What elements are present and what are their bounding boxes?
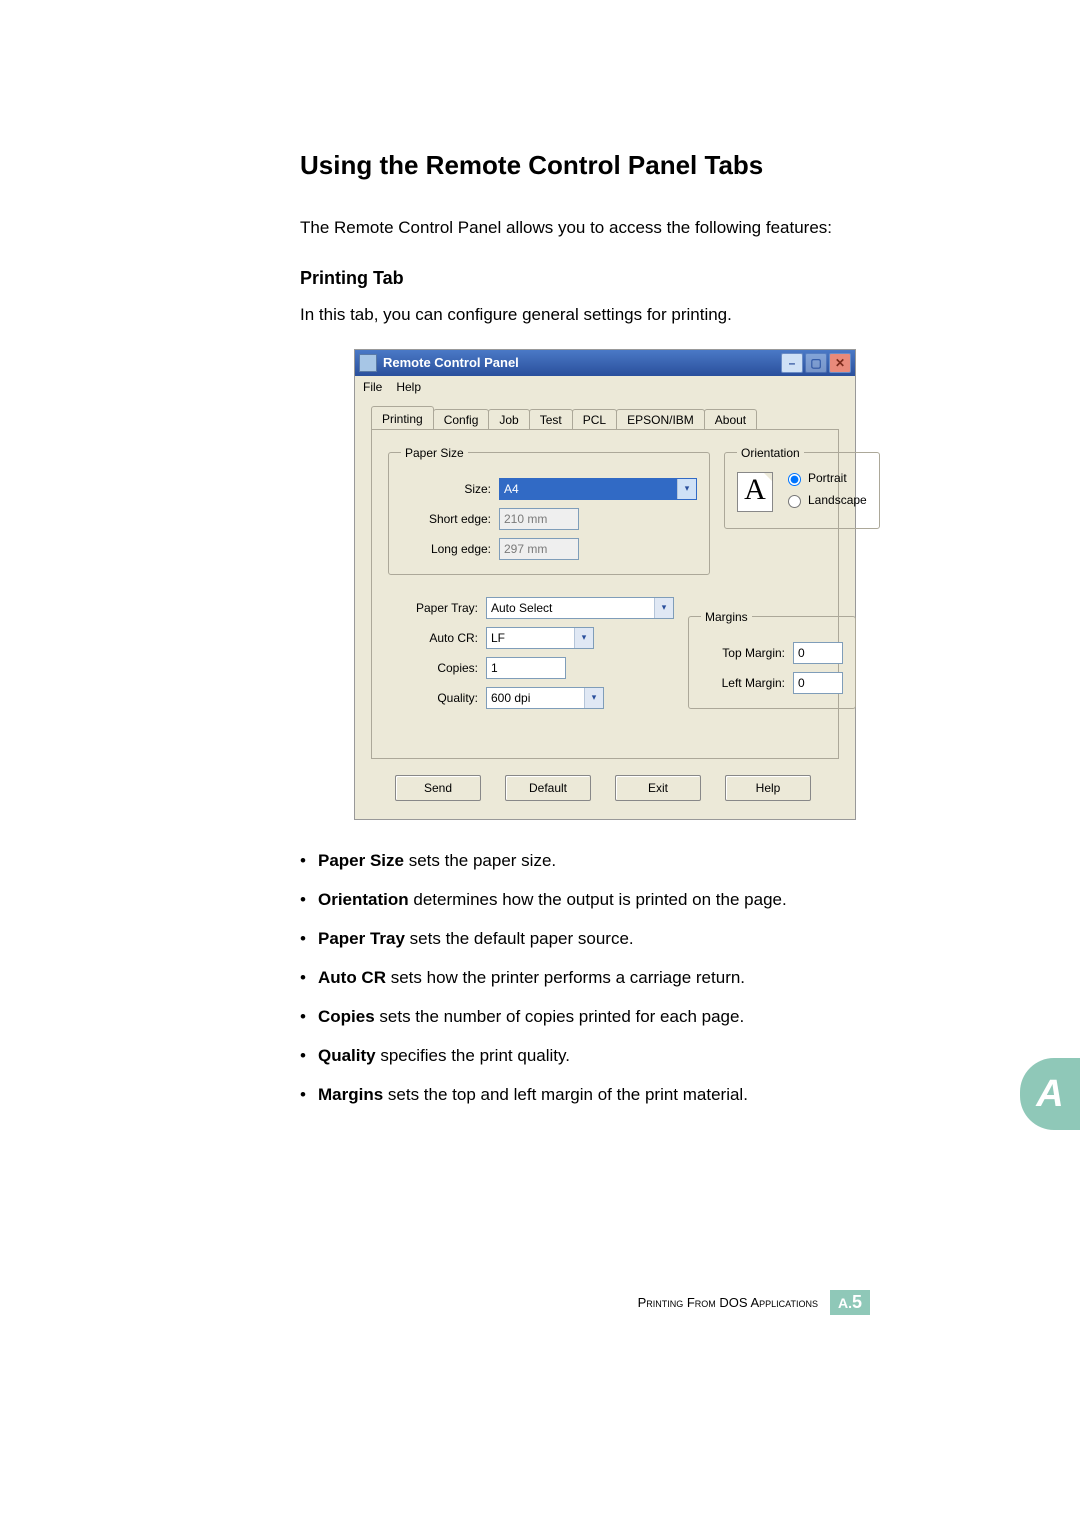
list-item: Copies sets the number of copies printed… <box>300 1006 870 1029</box>
menubar: File Help <box>355 376 855 398</box>
remote-control-panel-dialog: Remote Control Panel – ▢ ✕ File Help Pri… <box>354 349 856 820</box>
paper-size-legend: Paper Size <box>401 446 468 460</box>
short-edge-label: Short edge: <box>401 512 491 526</box>
chevron-down-icon: ▾ <box>654 598 673 618</box>
size-select[interactable]: A4 ▾ <box>499 478 697 500</box>
auto-cr-select[interactable]: LF ▾ <box>486 627 594 649</box>
copies-label: Copies: <box>388 661 478 675</box>
app-icon <box>359 354 377 372</box>
minimize-button[interactable]: – <box>781 353 803 373</box>
quality-label: Quality: <box>388 691 478 705</box>
maximize-button[interactable]: ▢ <box>805 353 827 373</box>
chevron-down-icon: ▾ <box>677 479 696 499</box>
list-item: Paper Tray sets the default paper source… <box>300 928 870 951</box>
size-label: Size: <box>401 482 491 496</box>
auto-cr-value: LF <box>491 631 505 645</box>
bullet-rest: determines how the output is printed on … <box>409 890 787 909</box>
landscape-label: Landscape <box>808 493 867 507</box>
bullet-rest: sets the paper size. <box>404 851 556 870</box>
tab-content-printing: Paper Size Size: A4 ▾ Short edge: 210 mm… <box>371 429 839 759</box>
long-edge-field: 297 mm <box>499 538 579 560</box>
bullet-bold: Quality <box>318 1046 376 1065</box>
quality-select[interactable]: 600 dpi ▾ <box>486 687 604 709</box>
list-item: Margins sets the top and left margin of … <box>300 1084 870 1107</box>
titlebar: Remote Control Panel – ▢ ✕ <box>355 350 855 376</box>
feature-list: Paper Size sets the paper size. Orientat… <box>300 850 870 1107</box>
bullet-bold: Paper Tray <box>318 929 405 948</box>
list-item: Quality specifies the print quality. <box>300 1045 870 1068</box>
orientation-preview-icon: A <box>737 472 773 512</box>
top-margin-input[interactable]: 0 <box>793 642 843 664</box>
menu-help[interactable]: Help <box>396 380 421 394</box>
orientation-legend: Orientation <box>737 446 804 460</box>
short-edge-field: 210 mm <box>499 508 579 530</box>
default-button[interactable]: Default <box>505 775 591 801</box>
bullet-rest: sets the number of copies printed for ea… <box>375 1007 745 1026</box>
orientation-group: Orientation A Portrait Landscape <box>724 446 880 529</box>
list-item: Auto CR sets how the printer performs a … <box>300 967 870 990</box>
margins-group: Margins Top Margin: 0 Left Margin: 0 <box>688 610 856 709</box>
page-footer: Printing From DOS Applications A.5 <box>638 1290 870 1315</box>
bullet-bold: Orientation <box>318 890 409 909</box>
page-heading: Using the Remote Control Panel Tabs <box>300 150 870 181</box>
left-margin-input[interactable]: 0 <box>793 672 843 694</box>
help-button[interactable]: Help <box>725 775 811 801</box>
menu-file[interactable]: File <box>363 380 382 394</box>
landscape-radio[interactable]: Landscape <box>783 492 867 508</box>
tab-printing[interactable]: Printing <box>371 406 434 429</box>
margins-legend: Margins <box>701 610 752 624</box>
copies-input[interactable]: 1 <box>486 657 566 679</box>
window-title: Remote Control Panel <box>383 355 519 370</box>
section-tab-letter: A <box>1020 1058 1080 1130</box>
bullet-bold: Copies <box>318 1007 375 1026</box>
size-value: A4 <box>504 482 519 496</box>
subheading: Printing Tab <box>300 268 870 289</box>
portrait-label: Portrait <box>808 471 847 485</box>
tab-pcl[interactable]: PCL <box>572 409 617 429</box>
bullet-bold: Paper Size <box>318 851 404 870</box>
bullet-bold: Margins <box>318 1085 383 1104</box>
quality-value: 600 dpi <box>491 691 530 705</box>
page-number-prefix: A. <box>838 1295 852 1311</box>
long-edge-label: Long edge: <box>401 542 491 556</box>
chevron-down-icon: ▾ <box>584 688 603 708</box>
portrait-radio[interactable]: Portrait <box>783 470 867 486</box>
close-button[interactable]: ✕ <box>829 353 851 373</box>
page-number-num: 5 <box>852 1292 862 1312</box>
subintro-text: In this tab, you can configure general s… <box>300 305 870 325</box>
footer-title: Printing From DOS Applications <box>638 1295 818 1310</box>
bullet-bold: Auto CR <box>318 968 386 987</box>
tab-config[interactable]: Config <box>433 409 490 429</box>
bullet-rest: specifies the print quality. <box>376 1046 570 1065</box>
bullet-rest: sets how the printer performs a carriage… <box>386 968 745 987</box>
intro-text: The Remote Control Panel allows you to a… <box>300 217 870 240</box>
tab-test[interactable]: Test <box>529 409 573 429</box>
tab-epson-ibm[interactable]: EPSON/IBM <box>616 409 705 429</box>
page-number: A.5 <box>830 1290 870 1315</box>
auto-cr-label: Auto CR: <box>388 631 478 645</box>
top-margin-label: Top Margin: <box>701 646 785 660</box>
tab-strip: Printing Config Job Test PCL EPSON/IBM A… <box>371 406 839 429</box>
tab-about[interactable]: About <box>704 409 757 429</box>
dialog-button-row: Send Default Exit Help <box>355 775 855 819</box>
left-margin-label: Left Margin: <box>701 676 785 690</box>
bullet-rest: sets the default paper source. <box>405 929 634 948</box>
chevron-down-icon: ▾ <box>574 628 593 648</box>
paper-tray-select[interactable]: Auto Select ▾ <box>486 597 674 619</box>
bullet-rest: sets the top and left margin of the prin… <box>383 1085 748 1104</box>
paper-tray-value: Auto Select <box>491 601 552 615</box>
list-item: Orientation determines how the output is… <box>300 889 870 912</box>
list-item: Paper Size sets the paper size. <box>300 850 870 873</box>
paper-size-group: Paper Size Size: A4 ▾ Short edge: 210 mm… <box>388 446 710 575</box>
paper-tray-label: Paper Tray: <box>388 601 478 615</box>
tab-job[interactable]: Job <box>488 409 529 429</box>
send-button[interactable]: Send <box>395 775 481 801</box>
exit-button[interactable]: Exit <box>615 775 701 801</box>
